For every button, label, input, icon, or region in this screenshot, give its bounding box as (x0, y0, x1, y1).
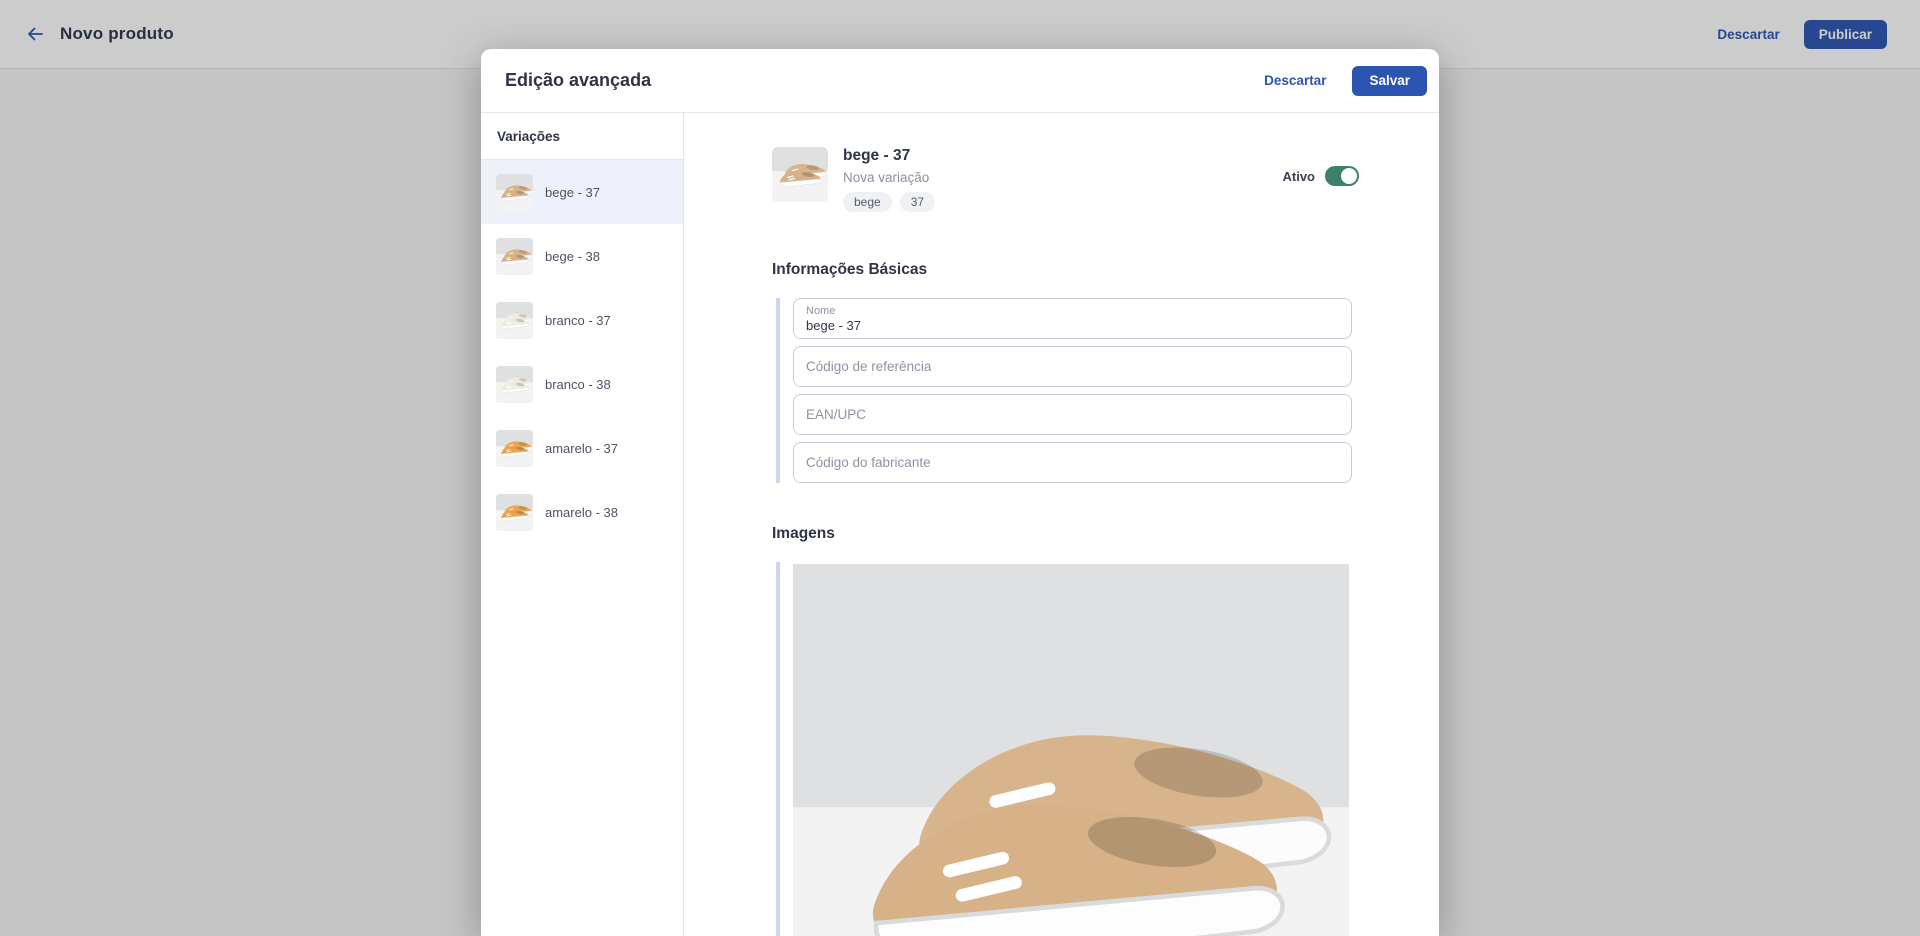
manufacturer-code-input[interactable] (793, 442, 1352, 483)
reference-code-input[interactable] (793, 346, 1352, 387)
modal-discard-button[interactable]: Descartar (1264, 73, 1326, 88)
variant-list-item[interactable]: amarelo - 38 (481, 480, 683, 544)
save-button[interactable]: Salvar (1352, 66, 1427, 96)
variant-subtitle: Nova variação (843, 170, 935, 185)
variant-thumbnail (496, 494, 533, 531)
modal-header: Edição avançada Descartar Salvar (481, 49, 1439, 113)
variant-list-item[interactable]: bege - 37 (481, 160, 683, 224)
variant-item-label: amarelo - 38 (545, 505, 618, 520)
advanced-edit-modal: Edição avançada Descartar Salvar Variaçõ… (481, 49, 1439, 936)
variant-item-label: bege - 37 (545, 185, 600, 200)
variant-list-item[interactable]: bege - 38 (481, 224, 683, 288)
basic-info-group: Nome (776, 298, 1349, 483)
variant-detail-panel: bege - 37 Nova variação bege 37 Ativo In… (684, 113, 1439, 936)
product-image-thumbnail[interactable] (793, 564, 1349, 936)
variant-item-label: branco - 37 (545, 313, 611, 328)
name-field[interactable]: Nome (793, 298, 1352, 339)
variant-thumbnail (496, 174, 533, 211)
variant-list-item[interactable]: branco - 37 (481, 288, 683, 352)
name-field-label: Nome (806, 305, 1339, 318)
images-section-title: Imagens (772, 525, 1349, 543)
basic-info-section-title: Informações Básicas (772, 261, 1349, 279)
variant-name: bege - 37 (843, 147, 935, 165)
screen: Novo produto Descartar Publicar Edição a… (0, 0, 1920, 936)
variant-item-label: bege - 38 (545, 249, 600, 264)
variant-list: bege - 37 bege - 38 branco - 37 branco -… (481, 160, 683, 544)
variant-thumbnail (496, 430, 533, 467)
variant-list-item[interactable]: amarelo - 37 (481, 416, 683, 480)
variant-chip-color: bege (843, 192, 892, 212)
variant-thumbnail (496, 238, 533, 275)
variant-item-label: branco - 38 (545, 377, 611, 392)
variants-sidebar: Variações bege - 37 bege - 38 branco - 3… (481, 113, 684, 936)
name-input[interactable] (806, 318, 1339, 333)
ean-upc-input[interactable] (793, 394, 1352, 435)
modal-title: Edição avançada (505, 70, 651, 91)
active-toggle[interactable] (1325, 166, 1359, 186)
variants-sidebar-title: Variações (481, 113, 683, 160)
variant-thumbnail (496, 302, 533, 339)
variant-thumbnail (496, 366, 533, 403)
variant-photo (772, 147, 828, 202)
variant-header: bege - 37 Nova variação bege 37 Ativo (772, 147, 1349, 212)
active-label: Ativo (1283, 169, 1316, 184)
variant-list-item[interactable]: branco - 38 (481, 352, 683, 416)
images-group (776, 562, 1349, 936)
variant-chip-size: 37 (900, 192, 935, 212)
variant-item-label: amarelo - 37 (545, 441, 618, 456)
